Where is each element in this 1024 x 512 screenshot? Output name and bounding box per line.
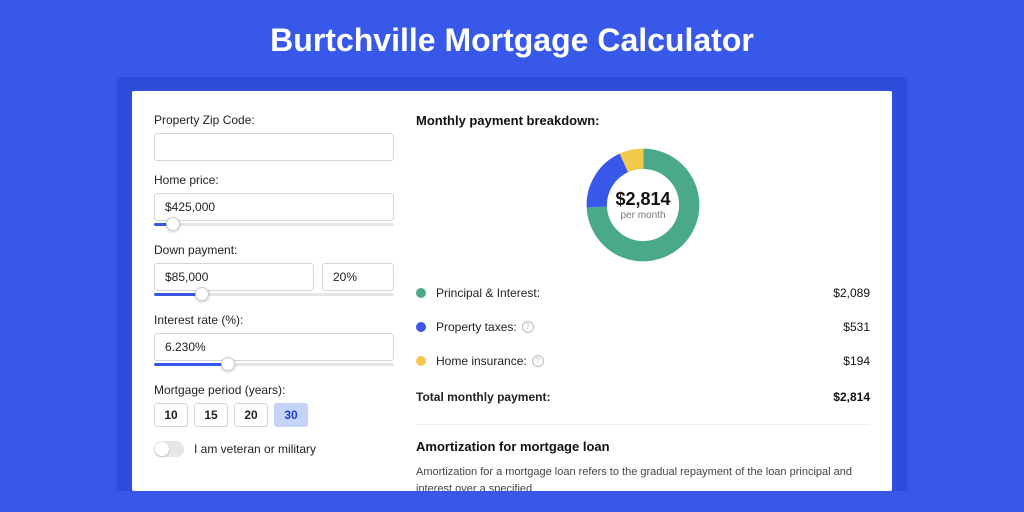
down-payment-slider[interactable]	[154, 289, 394, 301]
down-payment-amount-input[interactable]	[154, 263, 314, 291]
total-label: Total monthly payment:	[416, 390, 833, 404]
legend-label-taxes: Property taxes: ?	[436, 320, 843, 334]
slider-track	[154, 223, 394, 226]
legend-text: Property taxes:	[436, 320, 517, 334]
legend-row-principal: Principal & Interest: $2,089	[416, 276, 870, 310]
period-option-30[interactable]: 30	[274, 403, 308, 427]
legend-value-taxes: $531	[843, 320, 870, 334]
legend-row-taxes: Property taxes: ? $531	[416, 310, 870, 344]
legend-text: Principal & Interest:	[436, 286, 540, 300]
legend-value-principal: $2,089	[833, 286, 870, 300]
amortization-text: Amortization for a mortgage loan refers …	[416, 464, 870, 491]
legend-row-total: Total monthly payment: $2,814	[416, 380, 870, 414]
interest-input[interactable]	[154, 333, 394, 361]
veteran-toggle[interactable]	[154, 441, 184, 457]
slider-thumb[interactable]	[221, 357, 235, 371]
interest-slider[interactable]	[154, 359, 394, 371]
swatch-principal	[416, 288, 426, 298]
period-option-15[interactable]: 15	[194, 403, 228, 427]
zip-input[interactable]	[154, 133, 394, 161]
period-label: Mortgage period (years):	[154, 383, 394, 397]
legend-label-principal: Principal & Interest:	[436, 286, 833, 300]
legend-text: Home insurance:	[436, 354, 527, 368]
down-payment-percent-input[interactable]	[322, 263, 394, 291]
form-column: Property Zip Code: Home price: Down paym…	[154, 113, 394, 491]
slider-thumb[interactable]	[195, 287, 209, 301]
breakdown-column: Monthly payment breakdown: $2,814 per mo…	[416, 113, 870, 491]
zip-label: Property Zip Code:	[154, 113, 394, 127]
page-title: Burtchville Mortgage Calculator	[0, 0, 1024, 77]
period-field: Mortgage period (years): 10 15 20 30	[154, 383, 394, 427]
period-option-10[interactable]: 10	[154, 403, 188, 427]
info-icon[interactable]: ?	[522, 321, 534, 333]
breakdown-title: Monthly payment breakdown:	[416, 113, 870, 128]
donut-amount: $2,814	[615, 189, 670, 210]
info-icon[interactable]: ?	[532, 355, 544, 367]
legend-row-insurance: Home insurance: ? $194	[416, 344, 870, 378]
interest-label: Interest rate (%):	[154, 313, 394, 327]
home-price-field: Home price:	[154, 173, 394, 231]
calculator-outer: Property Zip Code: Home price: Down paym…	[117, 77, 907, 491]
slider-fill	[154, 363, 228, 366]
slider-thumb[interactable]	[166, 217, 180, 231]
legend-label-insurance: Home insurance: ?	[436, 354, 843, 368]
donut-chart: $2,814 per month	[416, 138, 870, 276]
calculator-panel: Property Zip Code: Home price: Down paym…	[132, 91, 892, 491]
amortization-title: Amortization for mortgage loan	[416, 439, 870, 454]
donut-sub: per month	[620, 210, 665, 221]
legend-value-insurance: $194	[843, 354, 870, 368]
swatch-taxes	[416, 322, 426, 332]
swatch-insurance	[416, 356, 426, 366]
veteran-label: I am veteran or military	[194, 442, 316, 456]
period-option-20[interactable]: 20	[234, 403, 268, 427]
period-options: 10 15 20 30	[154, 403, 394, 427]
donut-center: $2,814 per month	[604, 166, 682, 244]
home-price-label: Home price:	[154, 173, 394, 187]
zip-field: Property Zip Code:	[154, 113, 394, 161]
toggle-knob	[155, 442, 169, 456]
total-value: $2,814	[833, 390, 870, 404]
down-payment-field: Down payment:	[154, 243, 394, 301]
interest-field: Interest rate (%):	[154, 313, 394, 371]
home-price-slider[interactable]	[154, 219, 394, 231]
down-payment-label: Down payment:	[154, 243, 394, 257]
home-price-input[interactable]	[154, 193, 394, 221]
amortization-section: Amortization for mortgage loan Amortizat…	[416, 424, 870, 491]
veteran-row: I am veteran or military	[154, 441, 394, 457]
